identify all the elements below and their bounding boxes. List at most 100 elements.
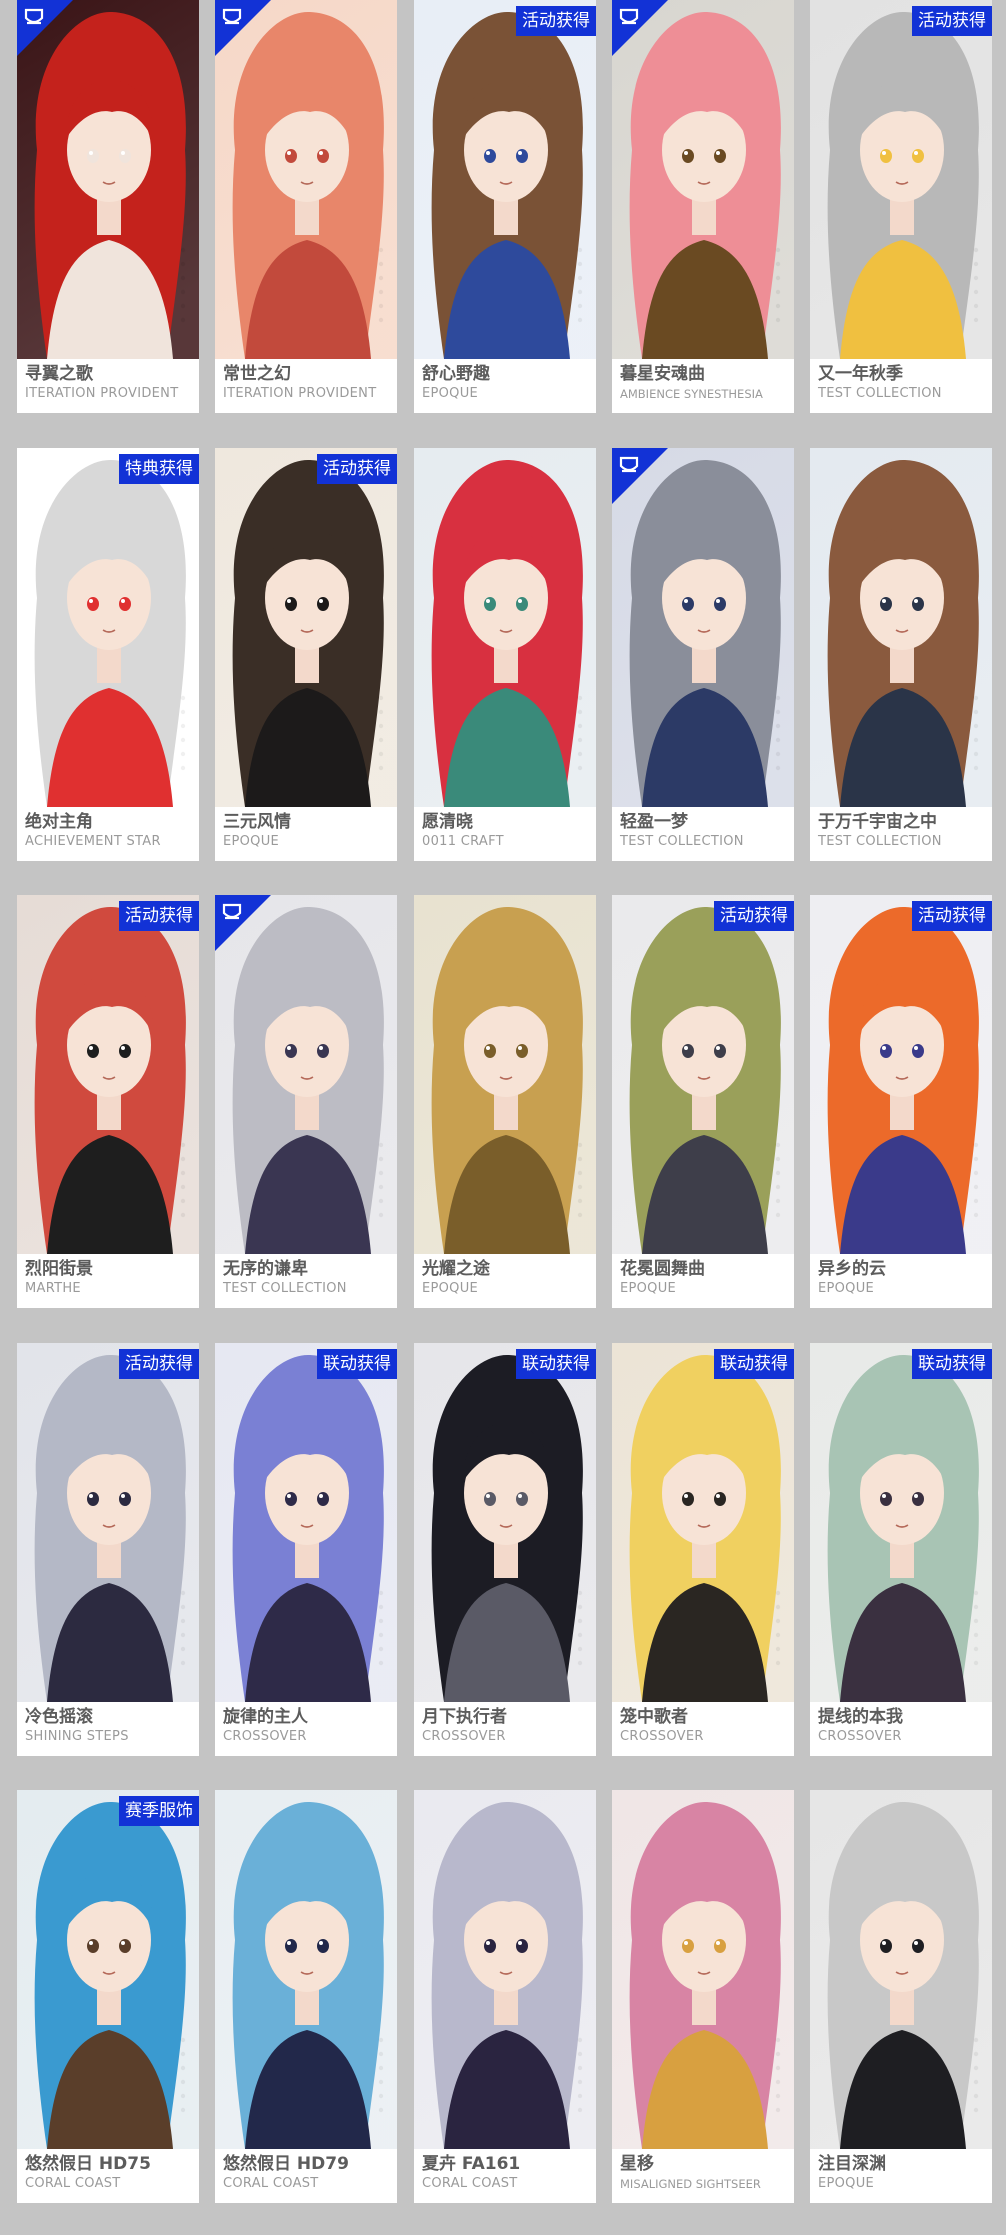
- premium-crest-icon: [612, 0, 668, 56]
- character-art: [414, 1790, 596, 2149]
- skin-name: 星移: [620, 2154, 654, 2174]
- skin-illustration: [810, 448, 992, 807]
- skin-info: 旋律的主人 CROSSOVER: [215, 1702, 397, 1756]
- skin-card[interactable]: 特典获得 绝对主角 ACHIEVEMENT STAR: [17, 448, 199, 861]
- acquisition-badge: 联动获得: [714, 1349, 794, 1379]
- skin-card[interactable]: 寻翼之歌 ITERATION PROVIDENT: [17, 0, 199, 413]
- skin-card[interactable]: 活动获得 异乡的云 EPOQUE: [810, 895, 992, 1308]
- skin-card[interactable]: 活动获得舒心野趣 EPOQUE: [414, 0, 596, 413]
- skin-illustration: [17, 448, 199, 807]
- skin-name: 愿清晓: [422, 812, 473, 832]
- skin-brand: EPOQUE: [422, 1281, 479, 1296]
- acquisition-badge: 活动获得: [516, 6, 596, 36]
- character-art: [810, 0, 992, 359]
- acquisition-badge: 赛季服饰: [119, 1796, 199, 1826]
- character-art: [414, 0, 596, 359]
- acquisition-badge: 联动获得: [516, 1349, 596, 1379]
- skin-info: 花冕圆舞曲 EPOQUE: [612, 1254, 794, 1308]
- skin-name: 绝对主角: [25, 812, 93, 832]
- skin-brand: SHINING STEPS: [25, 1729, 129, 1744]
- skin-card[interactable]: 注目深渊 EPOQUE: [810, 1790, 992, 2203]
- skin-card[interactable]: 夏卉 FA161 CORAL COAST: [414, 1790, 596, 2203]
- skin-name: 夏卉 FA161: [422, 2154, 521, 2174]
- skin-card[interactable]: 愿清晓 0011 CRAFT: [414, 448, 596, 861]
- skin-card[interactable]: 联动获得 旋律的主人 CROSSOVER: [215, 1343, 397, 1756]
- skin-card[interactable]: 轻盈一梦 TEST COLLECTION: [612, 448, 794, 861]
- skin-card[interactable]: 光耀之途 EPOQUE: [414, 895, 596, 1308]
- skin-info: 提线的本我 CROSSOVER: [810, 1702, 992, 1756]
- skin-name: 轻盈一梦: [620, 812, 688, 832]
- skin-card[interactable]: 联动获得 笼中歌者 CROSSOVER: [612, 1343, 794, 1756]
- skin-card[interactable]: 暮星安魂曲 AMBIENCE SYNESTHESIA: [612, 0, 794, 413]
- skin-name: 月下执行者: [422, 1707, 507, 1727]
- skin-brand: TEST COLLECTION: [223, 1281, 347, 1296]
- acquisition-badge: 活动获得: [317, 454, 397, 484]
- skin-card[interactable]: 常世之幻 ITERATION PROVIDENT: [215, 0, 397, 413]
- character-art: [215, 448, 397, 807]
- skin-name: 悠然假日 HD79: [223, 2154, 349, 2174]
- skin-illustration: [414, 895, 596, 1254]
- skin-name: 暮星安魂曲: [620, 364, 705, 384]
- skin-card[interactable]: 联动获得提线的本我 CROSSOVER: [810, 1343, 992, 1756]
- skin-info: 暮星安魂曲 AMBIENCE SYNESTHESIA: [612, 359, 794, 413]
- premium-crest-icon: [215, 0, 271, 56]
- skin-info: 舒心野趣 EPOQUE: [414, 359, 596, 413]
- character-art: [17, 895, 199, 1254]
- character-art: [414, 1343, 596, 1702]
- skin-card[interactable]: 星移 MISALIGNED SIGHTSEER: [612, 1790, 794, 2203]
- skin-illustration: [215, 1790, 397, 2149]
- skin-info: 悠然假日 HD79 CORAL COAST: [215, 2149, 397, 2203]
- skin-name: 旋律的主人: [223, 1707, 308, 1727]
- skin-info: 光耀之途 EPOQUE: [414, 1254, 596, 1308]
- skin-name: 笼中歌者: [620, 1707, 688, 1727]
- skin-illustration: [612, 1790, 794, 2149]
- skin-card[interactable]: 活动获得 冷色摇滚 SHINING STEPS: [17, 1343, 199, 1756]
- skin-info: 轻盈一梦 TEST COLLECTION: [612, 807, 794, 861]
- skin-info: 烈阳街景 MARTHE: [17, 1254, 199, 1308]
- skin-brand: MARTHE: [25, 1281, 81, 1296]
- skin-name: 于万千宇宙之中: [818, 812, 937, 832]
- acquisition-badge: 活动获得: [912, 901, 992, 931]
- character-art: [810, 1343, 992, 1702]
- skin-illustration: [17, 1790, 199, 2149]
- skin-card[interactable]: 活动获得 花冕圆舞曲 EPOQUE: [612, 895, 794, 1308]
- character-art: [414, 448, 596, 807]
- skin-illustration: [414, 1790, 596, 2149]
- skin-info: 无序的谦卑 TEST COLLECTION: [215, 1254, 397, 1308]
- skin-card[interactable]: 活动获得烈阳街景 MARTHE: [17, 895, 199, 1308]
- skin-illustration: [810, 0, 992, 359]
- skin-brand: CROSSOVER: [422, 1729, 506, 1744]
- character-art: [612, 895, 794, 1254]
- skin-name: 异乡的云: [818, 1259, 886, 1279]
- skin-name: 悠然假日 HD75: [25, 2154, 151, 2174]
- character-art: [215, 1790, 397, 2149]
- skin-card[interactable]: 赛季服饰 悠然假日 HD75 CORAL COAST: [17, 1790, 199, 2203]
- premium-crest-icon: [17, 0, 73, 56]
- skin-info: 月下执行者 CROSSOVER: [414, 1702, 596, 1756]
- character-art: [810, 895, 992, 1254]
- acquisition-badge: 活动获得: [119, 901, 199, 931]
- skin-card[interactable]: 无序的谦卑 TEST COLLECTION: [215, 895, 397, 1308]
- skin-info: 于万千宇宙之中 TEST COLLECTION: [810, 807, 992, 861]
- skin-name: 又一年秋季: [818, 364, 903, 384]
- acquisition-badge: 联动获得: [912, 1349, 992, 1379]
- skin-brand: MISALIGNED SIGHTSEER: [620, 2177, 761, 2191]
- character-art: [612, 1343, 794, 1702]
- skin-card[interactable]: 于万千宇宙之中 TEST COLLECTION: [810, 448, 992, 861]
- skin-illustration: [414, 0, 596, 359]
- skin-brand: CROSSOVER: [818, 1729, 902, 1744]
- skin-illustration: [215, 1343, 397, 1702]
- character-art: [17, 448, 199, 807]
- skin-card[interactable]: 活动获得 三元风情 EPOQUE: [215, 448, 397, 861]
- premium-crest-icon: [215, 895, 271, 951]
- character-art: [612, 1790, 794, 2149]
- skin-card[interactable]: 联动获得月下执行者 CROSSOVER: [414, 1343, 596, 1756]
- skin-card[interactable]: 活动获得 又一年秋季 TEST COLLECTION: [810, 0, 992, 413]
- character-art: [810, 448, 992, 807]
- skin-name: 提线的本我: [818, 1707, 903, 1727]
- skin-brand: EPOQUE: [818, 2176, 875, 2191]
- skin-name: 舒心野趣: [422, 364, 490, 384]
- skin-card[interactable]: 悠然假日 HD79 CORAL COAST: [215, 1790, 397, 2203]
- skin-brand: CORAL COAST: [223, 2176, 319, 2191]
- skin-illustration: [17, 1343, 199, 1702]
